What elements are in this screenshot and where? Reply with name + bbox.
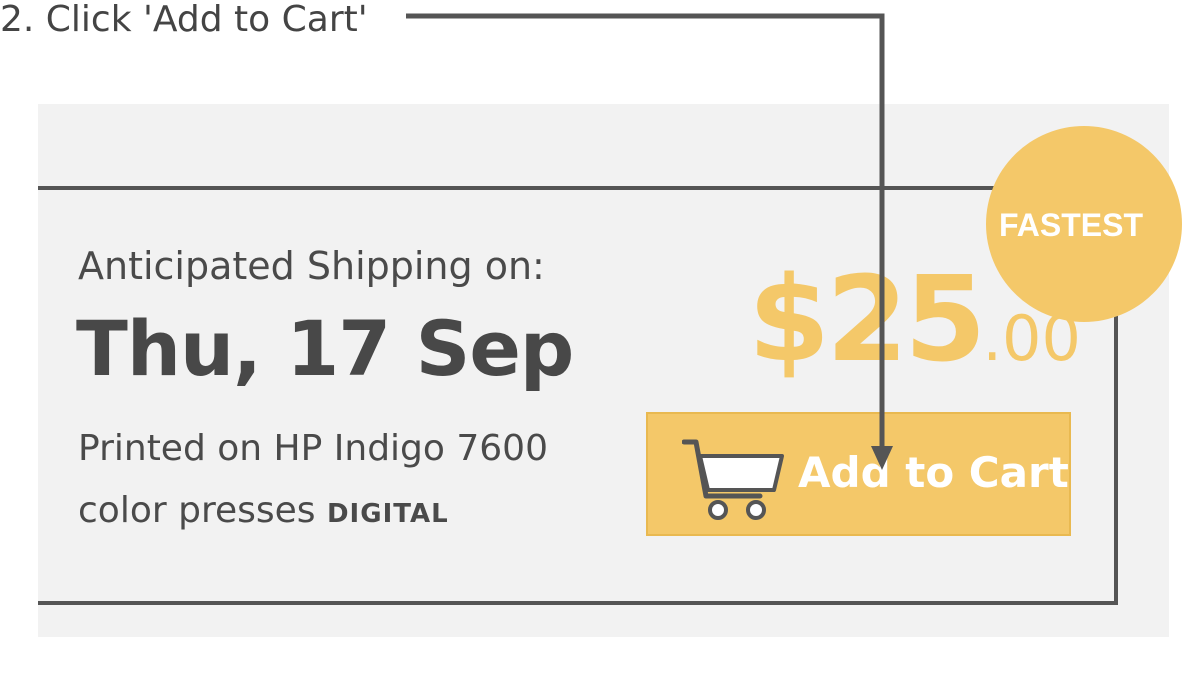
add-to-cart-label: Add to Cart	[798, 448, 1069, 497]
print-description: Printed on HP Indigo 7600 color presses …	[78, 418, 638, 545]
page: 2. Click 'Add to Cart' Anticipated Shipp…	[0, 0, 1200, 691]
print-description-text: Printed on HP Indigo 7600 color presses	[78, 428, 548, 531]
fastest-badge: FASTEST	[986, 126, 1182, 322]
price-dollars: $25	[748, 250, 986, 388]
add-to-cart-button[interactable]: Add to Cart	[646, 412, 1071, 536]
print-method-tag: DIGITAL	[326, 499, 449, 529]
shipping-date: Thu, 17 Sep	[76, 304, 574, 393]
instruction-text: 2. Click 'Add to Cart'	[0, 0, 368, 40]
shopping-cart-icon	[682, 439, 784, 520]
shipping-label: Anticipated Shipping on:	[78, 244, 545, 288]
fastest-badge-label: FASTEST	[998, 206, 1143, 243]
